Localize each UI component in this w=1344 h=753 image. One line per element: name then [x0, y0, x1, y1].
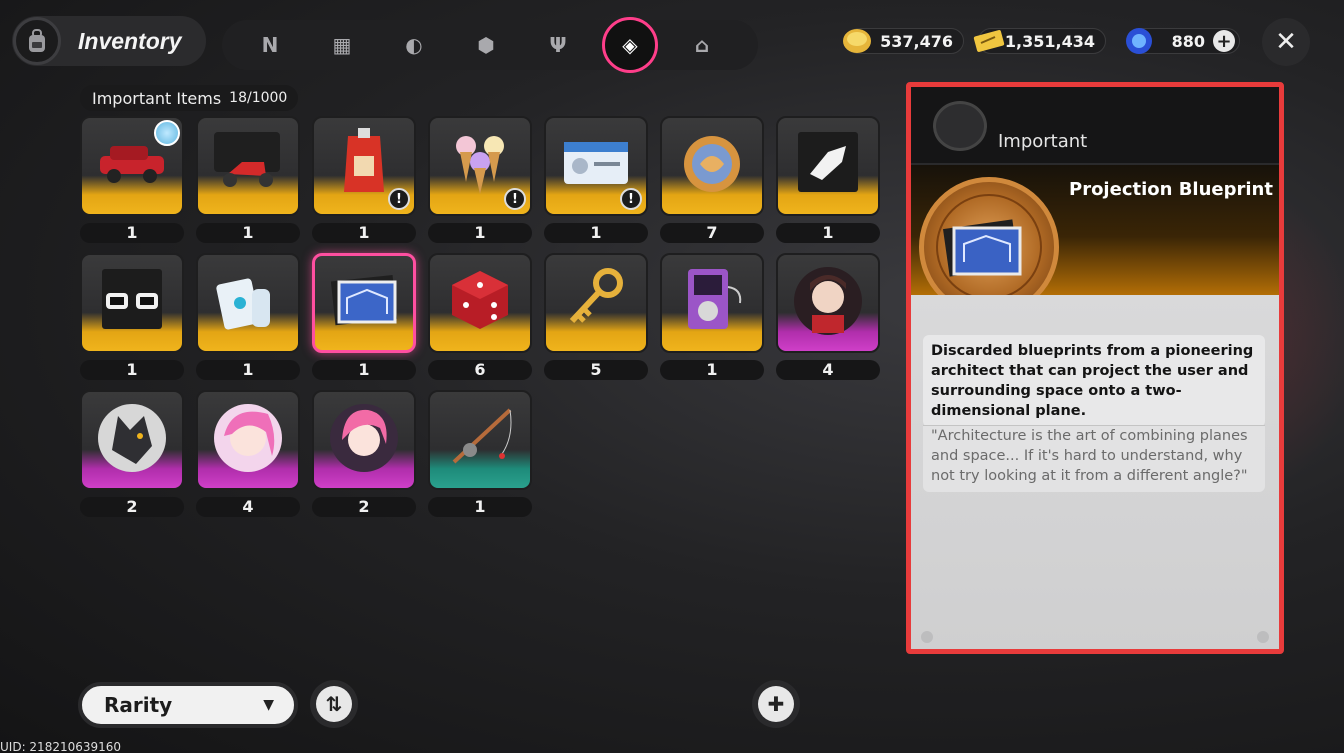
item-tile-coin[interactable]: [660, 116, 764, 216]
item-tile-car[interactable]: [80, 116, 184, 216]
chevron-down-icon: ▼: [263, 697, 274, 713]
item-quantity: 1: [776, 223, 880, 243]
detail-item-name: Projection Blueprint: [1069, 179, 1273, 200]
item-quantity: 1: [80, 223, 184, 243]
item-tile-bottles[interactable]: [196, 253, 300, 353]
add-polychrome-button[interactable]: +: [1213, 30, 1235, 52]
item-tile-sunglasses[interactable]: [80, 253, 184, 353]
ticket-counter: 1,351,434: [973, 28, 1106, 54]
dennies-coin-icon: [843, 29, 871, 53]
item-quantity: 1: [660, 360, 764, 380]
item-quantity: 2: [80, 497, 184, 517]
item-quantity: 2: [312, 497, 416, 517]
item-tile-glove-card[interactable]: [776, 116, 880, 216]
item-quantity: 1: [196, 360, 300, 380]
item-tile-juice-pouch[interactable]: !: [312, 116, 416, 216]
item-tile-portrait-pink-girl[interactable]: [196, 390, 300, 490]
corner-dot: [921, 631, 933, 643]
important-category-icon: [933, 101, 987, 151]
user-id: UID: 218210639160: [0, 740, 122, 753]
item-tile-scooter[interactable]: [196, 116, 300, 216]
dennies-value: 537,476: [880, 31, 953, 51]
ticket-value: 1,351,434: [1004, 31, 1095, 51]
inventory-title-pill: Inventory: [12, 16, 206, 66]
polychrome-value: 880: [1171, 31, 1205, 51]
item-quantity: 1: [80, 360, 184, 380]
tab-home-icon[interactable]: ⌂: [682, 25, 722, 65]
close-icon: ✕: [1275, 27, 1297, 57]
page-title: Inventory: [78, 27, 182, 54]
polychrome-icon: [1126, 28, 1152, 54]
item-quantity: 1: [312, 223, 416, 243]
detail-header: Important: [911, 87, 1279, 165]
polychrome-counter: 880 +: [1126, 28, 1240, 54]
item-quantity: 1: [196, 223, 300, 243]
item-quantity: 7: [660, 223, 764, 243]
section-count: 18/1000: [229, 90, 288, 106]
item-quantity: 5: [544, 360, 648, 380]
ticket-icon: [973, 30, 1005, 52]
sort-arrows-icon: ⇅: [316, 686, 352, 722]
tab-important-icon[interactable]: ◈: [602, 17, 658, 73]
item-flavor-text: "Architecture is the art of combining pl…: [923, 425, 1265, 492]
item-tile-portrait-pink-hair[interactable]: [312, 390, 416, 490]
info-badge-icon: !: [504, 188, 526, 210]
item-tile-portrait-man[interactable]: [776, 253, 880, 353]
item-tile-portrait-wolf[interactable]: [80, 390, 184, 490]
item-description: Discarded blueprints from a pioneering a…: [923, 335, 1265, 427]
item-quantity: 1: [428, 497, 532, 517]
dennies-counter: 537,476: [843, 28, 964, 54]
close-button[interactable]: ✕: [1262, 18, 1310, 66]
dpad-icon: ✚: [758, 686, 794, 722]
info-badge-icon: !: [388, 188, 410, 210]
tab-food-icon[interactable]: Ψ: [538, 25, 578, 65]
item-quantity: 4: [196, 497, 300, 517]
item-quantity: 6: [428, 360, 532, 380]
tab-console-icon[interactable]: ▦: [322, 25, 362, 65]
section-label: Important Items 18/1000: [80, 85, 298, 111]
item-tile-ice-cream[interactable]: !: [428, 116, 532, 216]
tab-n-icon[interactable]: N: [250, 25, 290, 65]
detail-category: Important: [998, 131, 1088, 152]
sort-order-button[interactable]: ⇅: [310, 680, 358, 728]
section-title: Important Items: [92, 88, 222, 108]
item-tile-golden-key[interactable]: [544, 253, 648, 353]
sort-label: Rarity: [104, 693, 173, 717]
item-tile-dice[interactable]: [428, 253, 532, 353]
item-tile-id-card[interactable]: !: [544, 116, 648, 216]
item-tile-fishing-rod[interactable]: [428, 390, 532, 490]
category-tabs: N ▦ ◐ ⬢ Ψ ◈ ⌂: [222, 17, 758, 73]
sort-dropdown[interactable]: Rarity ▼: [78, 682, 298, 728]
item-tile-music-player[interactable]: [660, 253, 764, 353]
tab-cube-icon[interactable]: ⬢: [466, 25, 506, 65]
tab-disc-icon[interactable]: ◐: [394, 25, 434, 65]
item-quantity: 4: [776, 360, 880, 380]
item-tile-projection-blueprint[interactable]: [312, 253, 416, 353]
backpack-icon: [13, 17, 61, 65]
corner-dot: [1257, 631, 1269, 643]
item-quantity: 1: [428, 223, 532, 243]
item-quantity: 1: [312, 360, 416, 380]
expand-button[interactable]: ✚: [752, 680, 800, 728]
info-badge-icon: !: [620, 188, 642, 210]
new-indicator-icon: [154, 120, 180, 146]
item-detail-panel: Important Projection Blueprint Discarded…: [906, 82, 1284, 654]
item-quantity: 1: [544, 223, 648, 243]
